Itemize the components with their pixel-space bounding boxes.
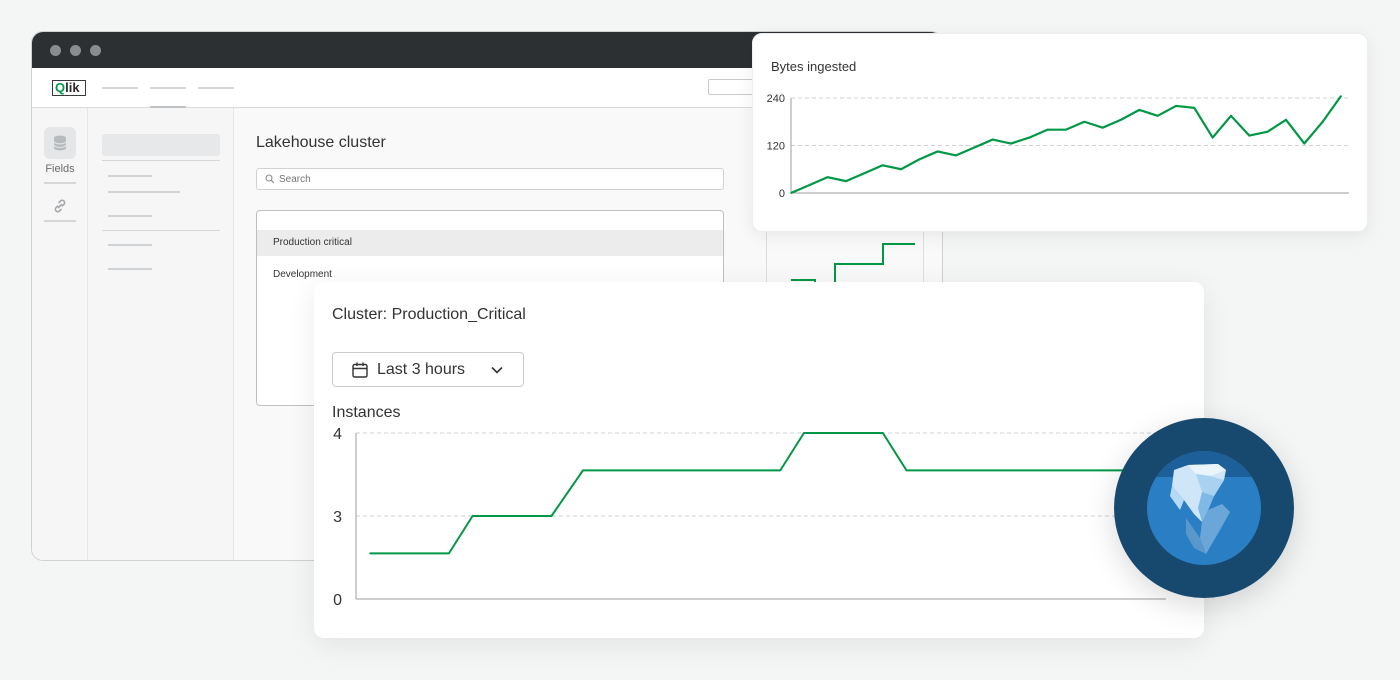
data-point bbox=[1211, 136, 1214, 139]
data-point bbox=[845, 180, 847, 182]
y-tick-label: 0 bbox=[779, 188, 785, 200]
panel-divider bbox=[102, 160, 220, 161]
data-point bbox=[1138, 109, 1141, 111]
y-tick-label: 4 bbox=[333, 426, 342, 443]
data-point bbox=[1083, 120, 1086, 123]
left-rail: Fields bbox=[32, 108, 88, 560]
data-point bbox=[1303, 142, 1306, 145]
data-point bbox=[826, 176, 829, 178]
data-point bbox=[803, 432, 805, 434]
data-point bbox=[582, 469, 584, 472]
rail-divider bbox=[44, 182, 76, 184]
panel-item-placeholder[interactable] bbox=[108, 191, 180, 193]
data-point bbox=[1065, 128, 1067, 131]
page-title: Lakehouse cluster bbox=[256, 134, 386, 151]
nav-tab-placeholder-2[interactable] bbox=[150, 87, 186, 89]
data-point bbox=[955, 154, 957, 157]
link-button[interactable] bbox=[50, 196, 70, 216]
data-point bbox=[905, 469, 908, 472]
data-point bbox=[1266, 130, 1269, 133]
data-point bbox=[1230, 115, 1232, 117]
window-dot-close[interactable] bbox=[50, 44, 61, 56]
panel-item-placeholder[interactable] bbox=[108, 268, 152, 270]
nav-tab-placeholder-3[interactable] bbox=[198, 87, 234, 89]
list-item[interactable]: Production critical bbox=[257, 230, 723, 256]
data-point bbox=[863, 172, 866, 175]
data-point bbox=[1046, 128, 1049, 131]
series-line bbox=[790, 95, 1342, 195]
logo-text: lik bbox=[65, 80, 80, 95]
panel-divider bbox=[102, 230, 220, 231]
window-dot-maximize[interactable] bbox=[90, 44, 101, 56]
panel-item-placeholder[interactable] bbox=[108, 175, 152, 177]
data-point bbox=[1120, 118, 1122, 121]
cluster-card: Cluster: Production_Critical Last 3 hour… bbox=[314, 282, 1204, 638]
data-point bbox=[790, 192, 792, 194]
panel-item-placeholder[interactable] bbox=[108, 244, 152, 246]
data-point bbox=[918, 158, 921, 161]
qlik-logo[interactable]: Qlik bbox=[52, 80, 86, 96]
data-point bbox=[991, 138, 994, 141]
nav-tab-placeholder-1[interactable] bbox=[102, 87, 138, 89]
data-point bbox=[1193, 107, 1196, 109]
panel-header-placeholder bbox=[102, 134, 220, 156]
search-field[interactable] bbox=[256, 168, 724, 190]
fields-label: Fields bbox=[45, 163, 75, 175]
bytes-ingested-chart: 0 120 240 bbox=[767, 93, 1349, 200]
data-point bbox=[779, 469, 782, 472]
rail-divider bbox=[44, 220, 76, 222]
data-point bbox=[1175, 105, 1177, 107]
data-point bbox=[1321, 120, 1324, 123]
y-tick-label: 0 bbox=[333, 592, 342, 609]
search-icon bbox=[265, 174, 275, 184]
data-point bbox=[1248, 134, 1251, 137]
instances-chart: 0 3 4 bbox=[333, 426, 1166, 609]
y-tick-label: 120 bbox=[767, 141, 785, 153]
data-point bbox=[936, 150, 939, 153]
iceberg-badge bbox=[1114, 418, 1294, 598]
logo-mark: Q bbox=[55, 80, 66, 95]
database-icon bbox=[53, 135, 67, 151]
search-input[interactable] bbox=[279, 173, 699, 185]
data-point bbox=[1101, 126, 1104, 129]
data-point bbox=[550, 515, 553, 517]
data-point bbox=[471, 515, 474, 517]
fields-button[interactable] bbox=[44, 127, 76, 159]
iceberg-icon bbox=[1147, 451, 1261, 565]
series-line bbox=[370, 432, 1159, 555]
data-point bbox=[1156, 115, 1159, 117]
window-dot-minimize[interactable] bbox=[70, 44, 81, 56]
data-point bbox=[882, 432, 884, 434]
data-point bbox=[369, 552, 371, 555]
data-point bbox=[808, 184, 811, 186]
panel-item-placeholder[interactable] bbox=[108, 215, 152, 217]
side-panel bbox=[88, 108, 234, 560]
data-point bbox=[881, 164, 884, 167]
y-tick-label: 3 bbox=[333, 509, 342, 526]
data-point bbox=[1285, 118, 1287, 121]
y-tick-label: 240 bbox=[767, 93, 785, 105]
data-point bbox=[1340, 95, 1342, 97]
link-icon bbox=[54, 199, 66, 213]
bytes-ingested-card: Bytes ingested 0 120 240 bbox=[752, 33, 1368, 232]
data-point bbox=[448, 552, 450, 555]
data-point bbox=[1028, 136, 1031, 139]
data-point bbox=[973, 146, 976, 149]
data-point bbox=[1010, 142, 1012, 145]
data-point bbox=[900, 168, 902, 171]
